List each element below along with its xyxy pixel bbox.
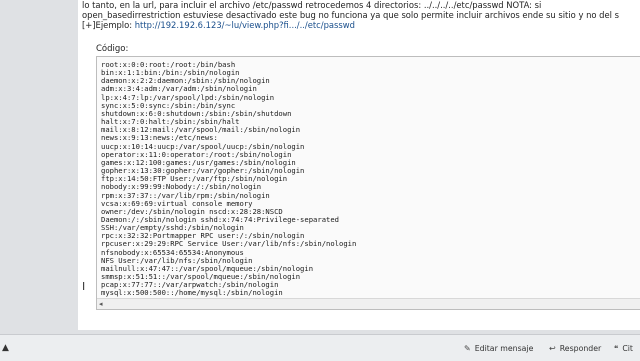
- example-prefix: [+]Ejemplo:: [82, 20, 135, 30]
- text-cursor-icon: I: [82, 280, 86, 293]
- cite-button[interactable]: ❝ Cit: [614, 344, 633, 353]
- code-content: root:x:0:0:root:/root:/bin/bash bin:x:1:1…: [101, 60, 356, 306]
- cite-label: Cit: [622, 344, 633, 353]
- reply-label: Responder: [559, 344, 602, 353]
- post-line-2: open_basedirrestriction estuviese desact…: [82, 10, 619, 20]
- quote-icon: ❝: [614, 344, 619, 353]
- pencil-icon: ✎: [464, 344, 471, 353]
- edit-message-button[interactable]: ✎ Editar mensaje: [464, 344, 533, 353]
- reply-button[interactable]: ↩ Responder: [549, 344, 601, 353]
- post-action-bar: ▲ ✎ Editar mensaje ↩ Responder ❝ Cit: [0, 334, 640, 361]
- example-link[interactable]: http://192.192.6.123/~lu/view.php?fi.../…: [135, 20, 355, 30]
- code-label: Código:: [96, 44, 129, 54]
- edit-message-label: Editar mensaje: [474, 344, 534, 353]
- horizontal-scrollbar[interactable]: ◂: [97, 298, 640, 309]
- post-line-1: lo tanto, en la url, para incluir el arc…: [82, 0, 542, 10]
- warning-icon[interactable]: ▲: [2, 343, 9, 353]
- scroll-left-icon[interactable]: ◂: [99, 299, 103, 309]
- page: lo tanto, en la url, para incluir el arc…: [0, 0, 640, 361]
- code-box[interactable]: root:x:0:0:root:/root:/bin/bash bin:x:1:1…: [96, 56, 640, 310]
- reply-arrow-icon: ↩: [549, 344, 556, 353]
- example-line: [+]Ejemplo: http://192.192.6.123/~lu/vie…: [82, 20, 355, 31]
